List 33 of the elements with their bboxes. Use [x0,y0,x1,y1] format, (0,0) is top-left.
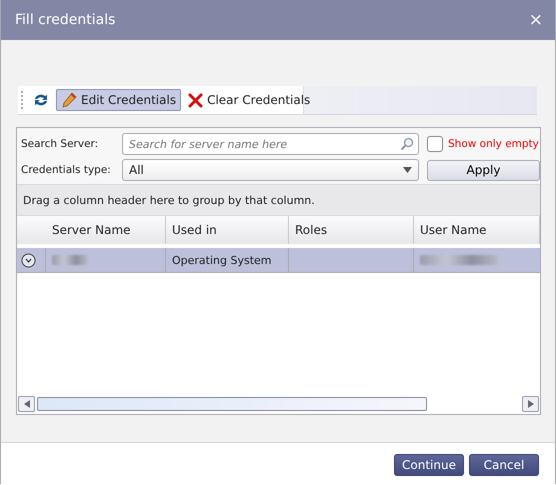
search-icon [400,137,414,151]
checkbox-label: Show only empty [448,138,539,150]
close-button[interactable]: × [528,10,543,30]
redacted-text [52,255,88,265]
scroll-left-button[interactable] [18,396,35,412]
refresh-icon [33,93,49,107]
clear-credentials-button[interactable]: Clear Credentials [183,89,316,111]
edit-credentials-button[interactable]: Edit Credentials [56,89,182,111]
type-dropdown[interactable]: All [122,159,419,181]
continue-button[interactable]: Continue [394,454,464,476]
column-header[interactable]: User Name [414,216,540,244]
column-header[interactable]: Roles [289,216,414,244]
scroll-thumb[interactable] [37,397,427,411]
scroll-right-button[interactable] [522,396,539,412]
search-label: Search Server: [21,137,100,151]
type-label: Credentials type: [21,163,112,177]
apply-button[interactable]: Apply [427,160,540,180]
table-row[interactable]: Operating System [17,248,540,273]
cross-icon [188,92,204,108]
table-cell: Operating System [172,254,272,266]
pencil-icon [61,92,77,108]
window-title: Fill credentials [15,12,116,28]
expand-icon[interactable] [21,252,36,268]
right-arrow-icon [528,400,534,408]
horizontal-scrollbar[interactable] [18,396,539,412]
cancel-button[interactable]: Cancel [469,454,539,476]
dropdown-caret-icon [403,167,412,173]
group-hint: Drag a column header here to group by that column. [17,184,540,216]
search-field[interactable]: Search for server name here [122,133,419,155]
column-header[interactable]: Used in [166,216,289,244]
column-header[interactable]: Server Name [46,216,166,244]
left-arrow-icon [24,400,30,408]
checkbox[interactable] [427,136,443,152]
